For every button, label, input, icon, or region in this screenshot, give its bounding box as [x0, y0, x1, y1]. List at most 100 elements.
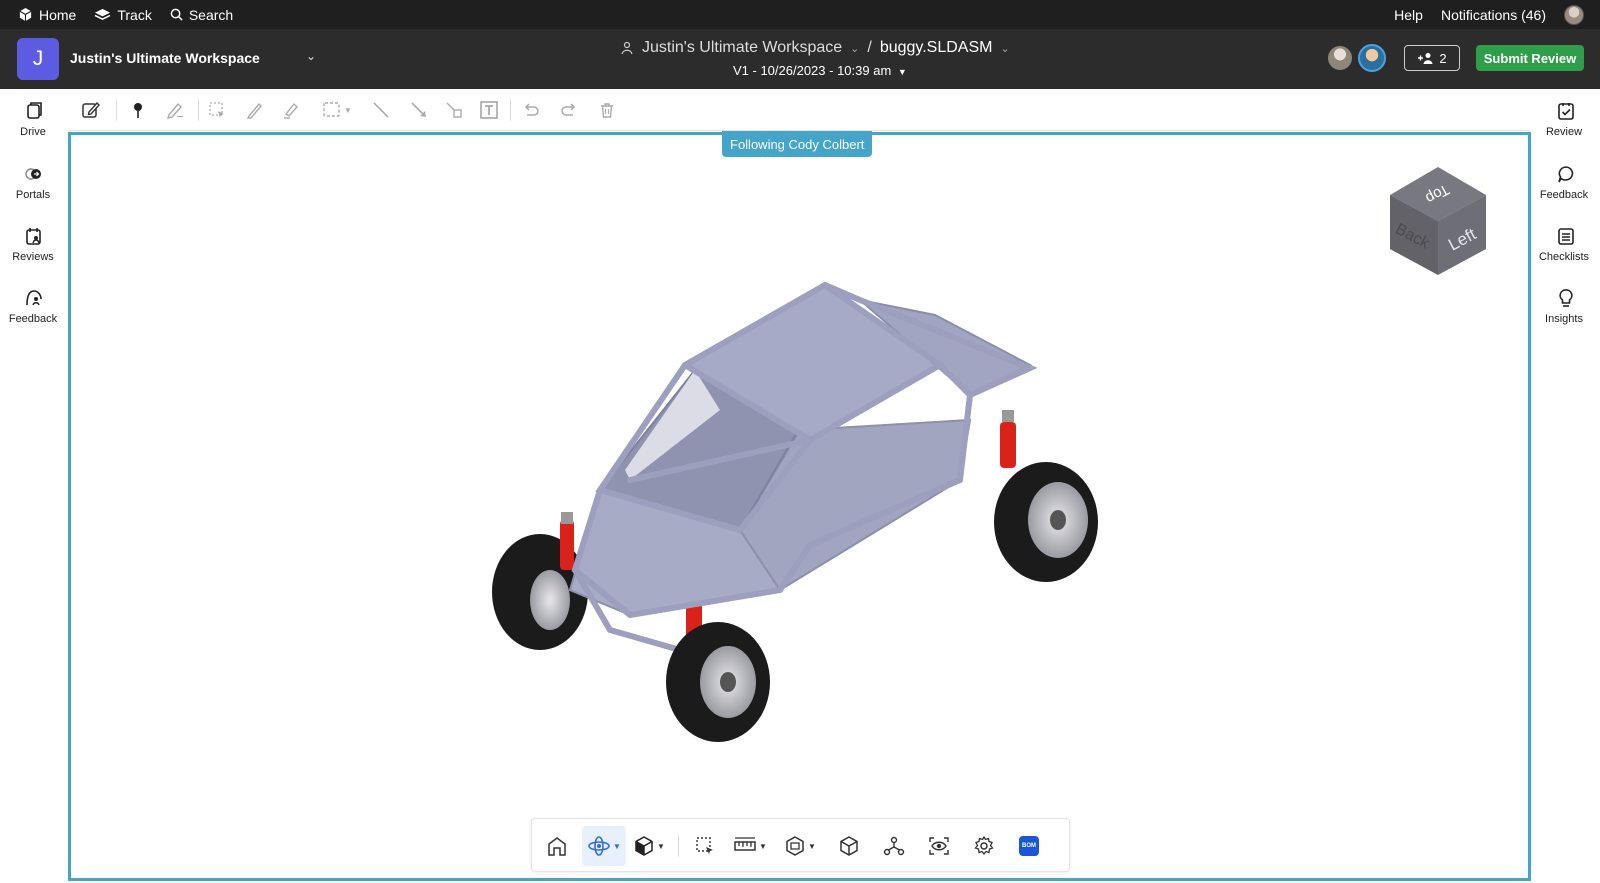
home-view-button[interactable] — [537, 826, 577, 866]
rail-label: Drive — [20, 126, 46, 138]
portals-icon — [25, 168, 41, 180]
orbit-button[interactable]: ▼ — [582, 826, 626, 866]
delete-button[interactable] — [594, 97, 620, 123]
visibility-button[interactable] — [919, 826, 959, 866]
callout-tool-button[interactable] — [441, 97, 467, 123]
notifications-link[interactable]: Notifications (46) — [1441, 7, 1546, 23]
layers-icon — [95, 8, 111, 21]
measure-button[interactable]: ▼ — [728, 826, 772, 866]
assembly-tree-button[interactable] — [874, 826, 914, 866]
pencil-button[interactable] — [242, 97, 268, 123]
workspace-logo[interactable]: J — [17, 38, 59, 80]
breadcrumb-workspace[interactable]: Justin's Ultimate Workspace — [642, 39, 842, 57]
select-box-button[interactable] — [204, 97, 230, 123]
chevron-down-icon[interactable]: ⌄ — [850, 42, 859, 55]
avatar[interactable] — [1326, 44, 1354, 72]
select-region-icon — [209, 102, 224, 118]
user-avatar[interactable] — [1564, 4, 1584, 25]
divider — [510, 99, 511, 121]
highlighter-icon — [284, 102, 298, 119]
tree-nodes-icon — [883, 836, 905, 856]
highlighter-button[interactable] — [278, 97, 304, 123]
chevron-down-icon[interactable]: ⌄ — [1000, 42, 1009, 55]
version-label: V1 - 10/26/2023 - 10:39 am — [733, 63, 892, 78]
left-rail: Drive Portals Reviews Feedback — [0, 89, 66, 883]
home-icon — [548, 837, 566, 856]
pin-icon — [134, 103, 142, 118]
rail-item-feedback-panel[interactable]: Feedback — [1531, 164, 1597, 201]
following-banner[interactable]: Following Cody Colbert — [722, 131, 873, 157]
caret-down-icon: ▼ — [759, 841, 767, 851]
rail-item-drive[interactable]: Drive — [0, 101, 66, 138]
undo-icon — [524, 103, 539, 116]
rail-label: Feedback — [8, 313, 58, 325]
add-user-icon — [1418, 53, 1433, 64]
nav-search[interactable]: Search — [170, 7, 233, 23]
buggy-model[interactable] — [480, 270, 1110, 760]
home-cube-icon — [19, 7, 32, 22]
rail-item-portals[interactable]: Portals — [0, 164, 66, 201]
reviews-icon — [26, 228, 41, 245]
drive-icon — [27, 102, 42, 119]
view-orientation-button[interactable]: ▼ — [627, 826, 671, 866]
cube-icon — [635, 836, 653, 856]
markup-toolbar: ▼ — [68, 89, 1530, 131]
line-tool-button[interactable] — [368, 97, 394, 123]
exploded-cube-icon — [840, 836, 858, 856]
chat-bubble-icon — [1558, 166, 1574, 183]
arrow-tool-button[interactable] — [406, 97, 432, 123]
shape-tool-button[interactable]: ▼ — [318, 97, 356, 123]
arrow-icon — [411, 102, 426, 117]
help-link[interactable]: Help — [1394, 7, 1423, 23]
pen-icon — [166, 102, 184, 119]
caret-down-icon: ▼ — [657, 841, 665, 851]
pen-tool-button[interactable] — [162, 97, 188, 123]
select-region-icon — [696, 837, 713, 854]
markup-edit-button[interactable] — [78, 97, 104, 123]
explode-button[interactable] — [829, 826, 869, 866]
rail-item-checklists[interactable]: Checklists — [1531, 226, 1597, 263]
pencil-icon — [246, 102, 262, 119]
rectangle-select-icon — [323, 102, 340, 117]
edit-square-icon — [82, 101, 100, 118]
section-button[interactable]: ▼ — [778, 826, 822, 866]
undo-button[interactable] — [518, 97, 544, 123]
file-name[interactable]: buggy.SLDASM — [880, 39, 993, 57]
select-button[interactable] — [685, 826, 725, 866]
gear-icon — [974, 835, 994, 856]
rail-item-review[interactable]: Review — [1531, 101, 1597, 138]
version-selector[interactable]: V1 - 10/26/2023 - 10:39 am ▼ — [733, 63, 907, 78]
workspace-name[interactable]: Justin's Ultimate Workspace — [70, 50, 260, 66]
bom-icon: BOM — [1019, 836, 1039, 856]
rail-item-insights[interactable]: Insights — [1531, 288, 1597, 325]
redo-button[interactable] — [556, 97, 582, 123]
nav-home[interactable]: Home — [18, 7, 76, 23]
nav-track-label: Track — [117, 6, 152, 23]
submit-review-button[interactable]: Submit Review — [1476, 45, 1584, 71]
divider — [198, 99, 199, 121]
ruler-icon — [734, 837, 756, 851]
redo-icon — [561, 103, 576, 116]
nav-track[interactable]: Track — [94, 6, 152, 23]
collaborator-avatars — [1326, 44, 1386, 72]
wheel-rear-right — [994, 462, 1098, 582]
caret-down-icon: ▼ — [808, 841, 816, 851]
share-button[interactable]: 2 — [1404, 45, 1460, 71]
caret-down-icon: ▼ — [344, 105, 352, 115]
text-tool-button[interactable] — [476, 97, 502, 123]
divider — [678, 835, 679, 857]
rail-label: Feedback — [1539, 189, 1589, 201]
rail-label: Insights — [1545, 313, 1583, 325]
search-icon — [170, 8, 183, 21]
rail-label: Reviews — [12, 251, 54, 263]
chevron-down-icon[interactable]: ⌄ — [306, 49, 316, 63]
settings-button[interactable] — [964, 826, 1004, 866]
view-cube[interactable]: Top Back Left — [1386, 165, 1490, 277]
rail-item-reviews[interactable]: Reviews — [0, 226, 66, 263]
trash-icon — [601, 103, 613, 118]
rail-item-feedback[interactable]: Feedback — [0, 288, 66, 325]
bom-button[interactable]: BOM — [1009, 826, 1049, 866]
pin-button[interactable] — [125, 97, 151, 123]
avatar[interactable] — [1358, 44, 1386, 72]
callout-icon — [446, 102, 462, 118]
